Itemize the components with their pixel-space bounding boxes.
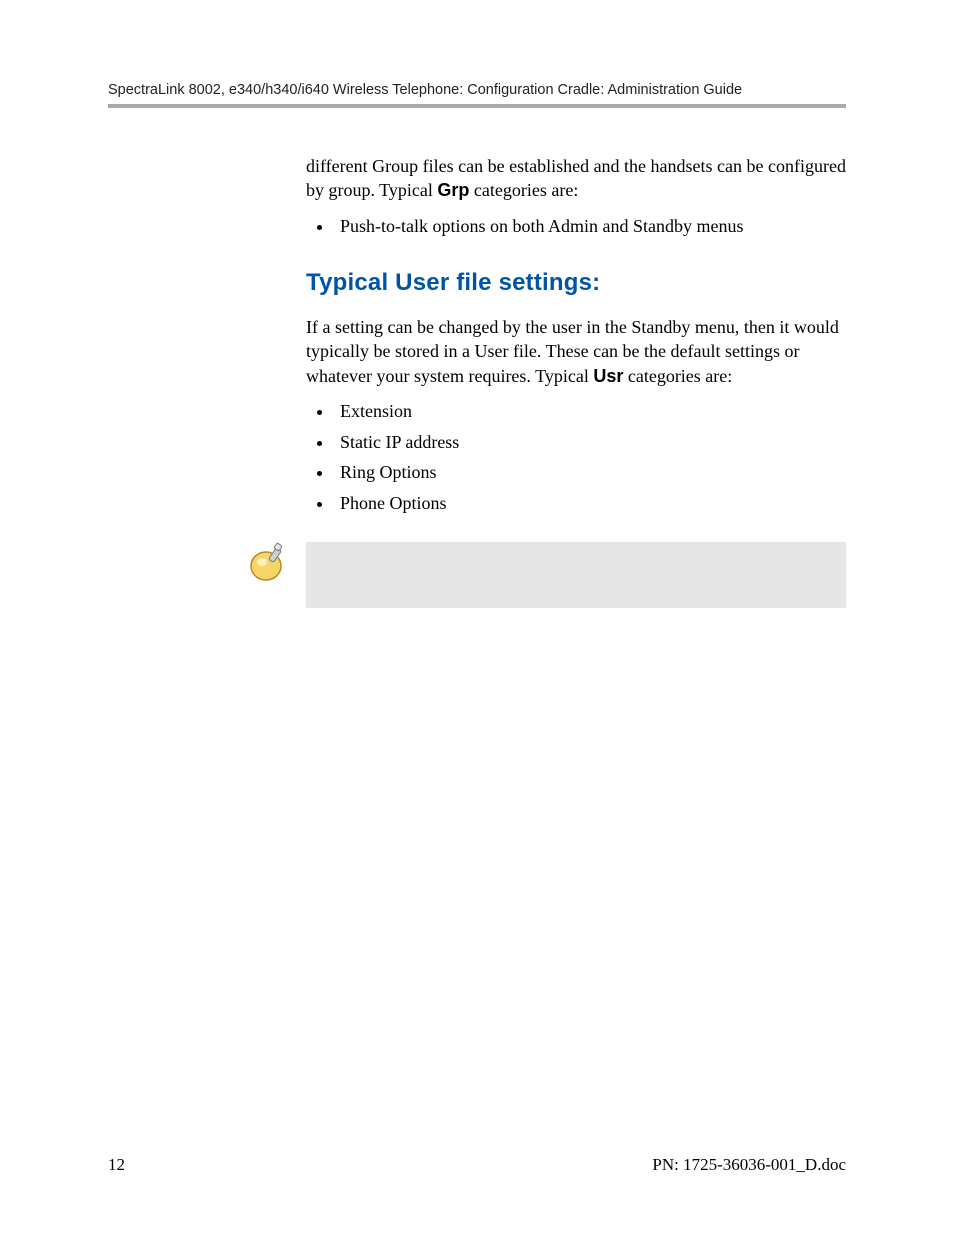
page-footer: 12 PN: 1725-36036-001_D.doc xyxy=(108,1155,846,1175)
note-box xyxy=(306,542,846,608)
intro-paragraph: different Group files can be established… xyxy=(306,154,846,203)
list-item: Static IP address xyxy=(334,427,846,458)
list-item: Ring Options xyxy=(334,457,846,488)
grp-label: Grp xyxy=(437,180,469,200)
content-area: different Group files can be established… xyxy=(306,154,846,608)
section-text-after: categories are: xyxy=(623,366,732,386)
page-number: 12 xyxy=(108,1155,125,1175)
header-rule xyxy=(108,104,846,108)
document-page: SpectraLink 8002, e340/h340/i640 Wireles… xyxy=(0,0,954,1235)
intro-text-after: categories are: xyxy=(469,180,578,200)
section-paragraph: If a setting can be changed by the user … xyxy=(306,315,846,388)
list-item: Extension xyxy=(334,396,846,427)
section-text-before: If a setting can be changed by the user … xyxy=(306,317,839,386)
list-item: Phone Options xyxy=(334,488,846,519)
section-heading: Typical User file settings: xyxy=(306,269,846,297)
pin-note-icon xyxy=(246,542,290,586)
doc-reference: PN: 1725-36036-001_D.doc xyxy=(652,1155,846,1175)
note-row xyxy=(246,542,846,608)
list-item: Push-to-talk options on both Admin and S… xyxy=(334,211,846,242)
running-header: SpectraLink 8002, e340/h340/i640 Wireles… xyxy=(108,82,846,104)
intro-bullet-list: Push-to-talk options on both Admin and S… xyxy=(306,211,846,242)
usr-label: Usr xyxy=(593,366,623,386)
section-bullet-list: Extension Static IP address Ring Options… xyxy=(306,396,846,518)
